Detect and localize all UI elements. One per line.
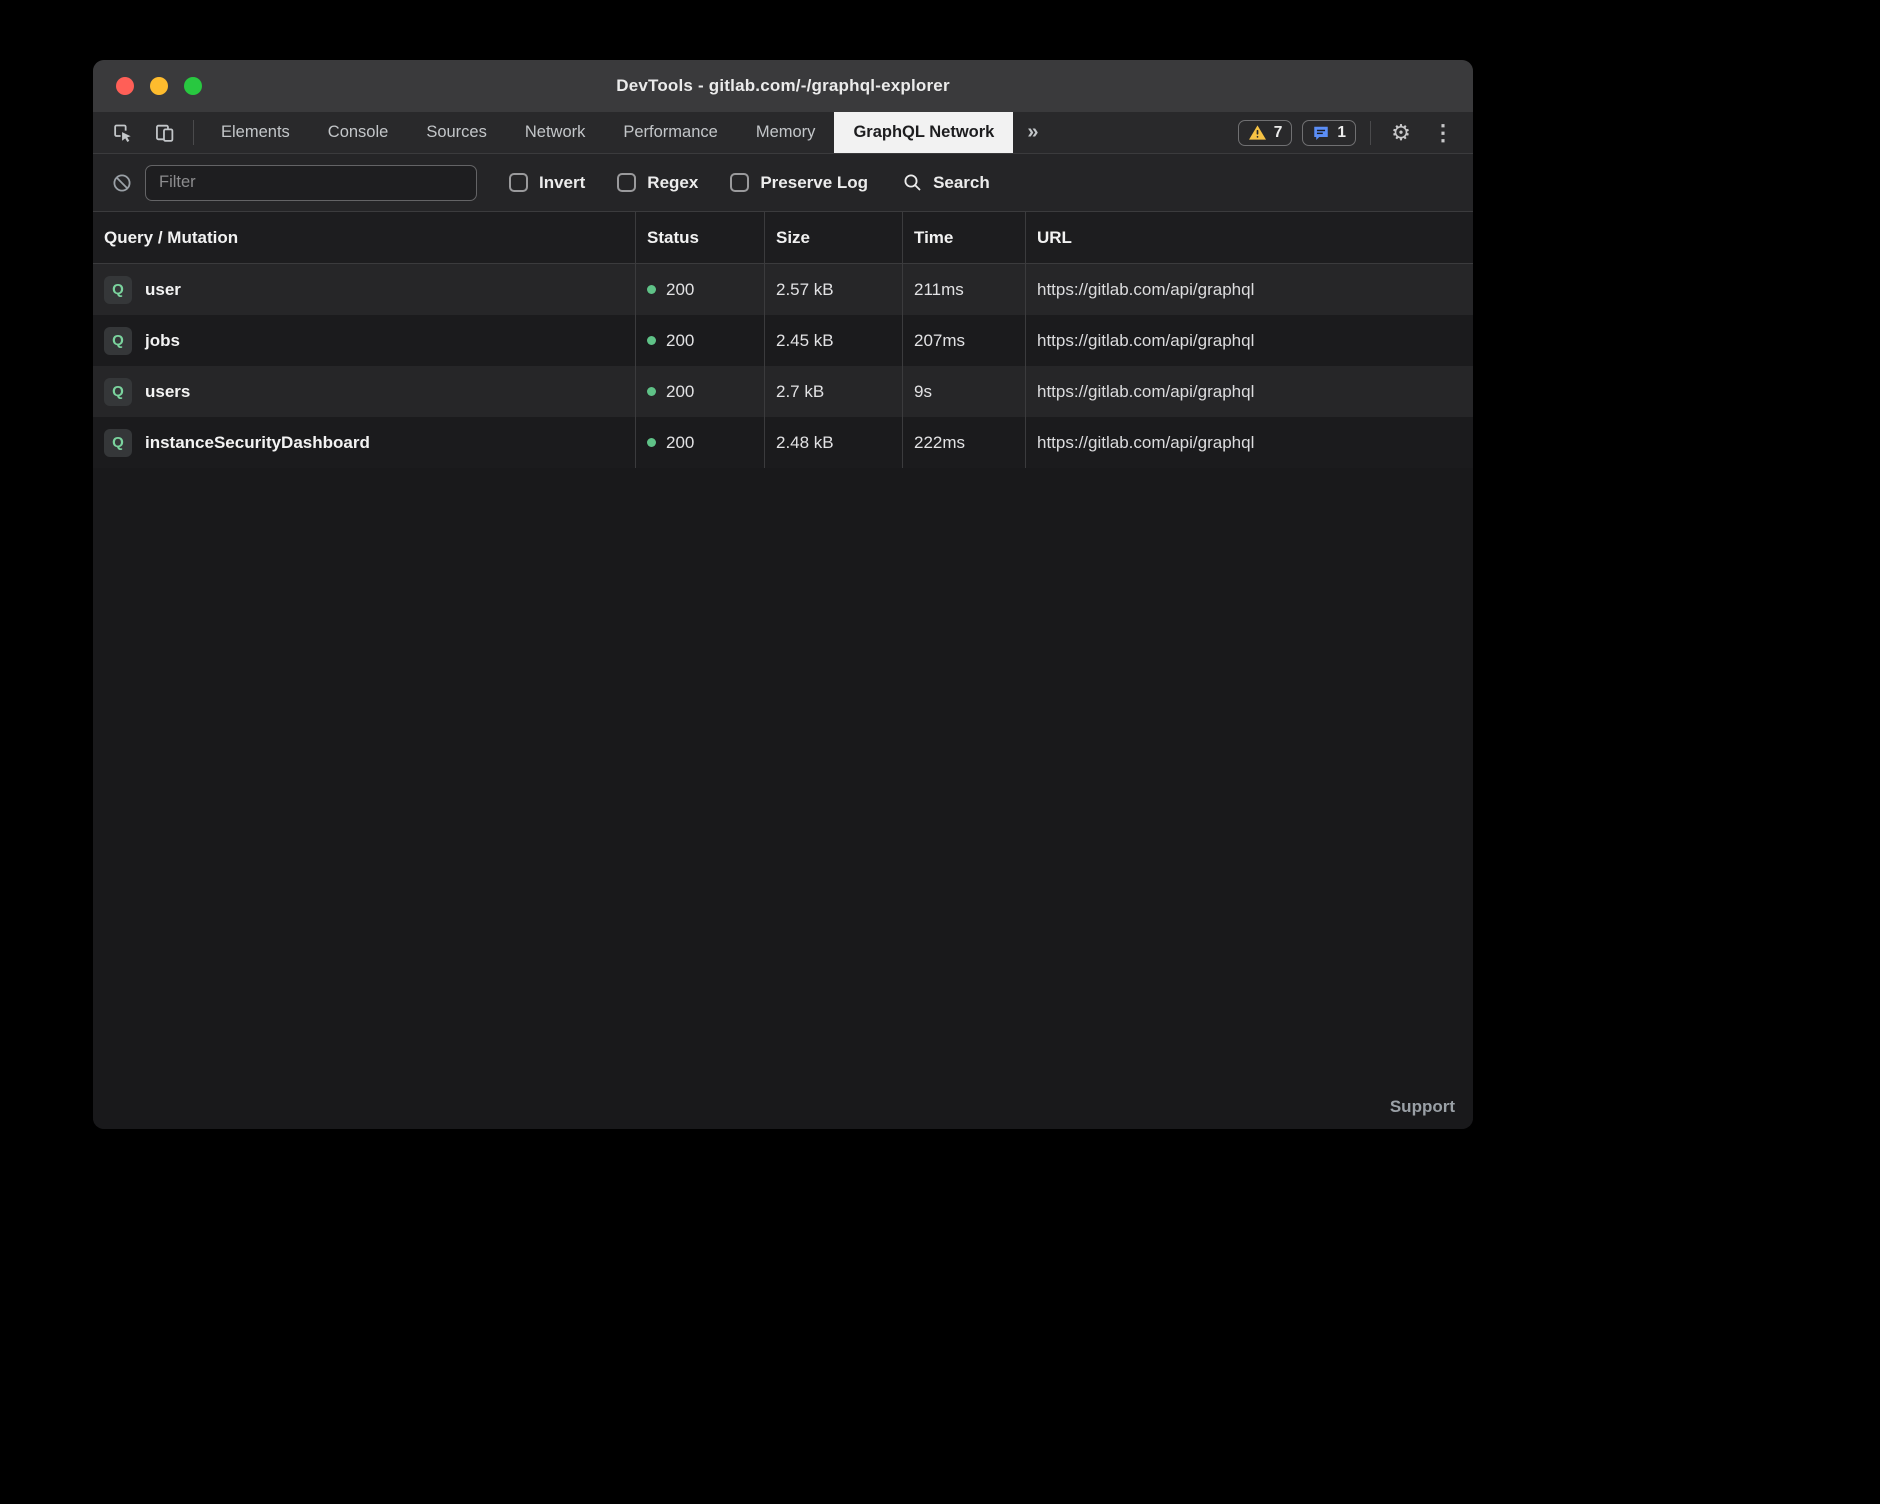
regex-checkbox[interactable]: [617, 173, 636, 192]
status-code: 200: [666, 331, 694, 351]
preserve-log-checkbox[interactable]: [730, 173, 749, 192]
query-type-badge: Q: [104, 378, 132, 406]
status-cell: 200: [636, 417, 765, 468]
close-window-button[interactable]: [116, 77, 134, 95]
tab-console[interactable]: Console: [309, 112, 408, 153]
query-type-badge: Q: [104, 429, 132, 457]
toggle-device-toolbar-button[interactable]: [143, 112, 185, 153]
query-name: users: [145, 382, 190, 402]
url-cell: https://gitlab.com/api/graphql: [1026, 315, 1473, 366]
more-tabs-button[interactable]: »: [1013, 112, 1052, 153]
regex-label[interactable]: Regex: [647, 173, 698, 193]
search-label: Search: [933, 173, 990, 193]
query-cell: Q instanceSecurityDashboard: [93, 417, 636, 468]
invert-checkbox-group: Invert: [509, 173, 585, 193]
time-cell: 222ms: [903, 417, 1026, 468]
status-cell: 200: [636, 366, 765, 417]
column-header-status[interactable]: Status: [636, 212, 765, 263]
status-cell: 200: [636, 315, 765, 366]
support-link[interactable]: Support: [1390, 1097, 1455, 1117]
kebab-menu-icon: ⋮: [1432, 120, 1454, 145]
tab-graphql-network[interactable]: GraphQL Network: [834, 112, 1013, 153]
tabbar-right-controls: 7 1 ⚙ ⋮: [1238, 112, 1473, 153]
search-button[interactable]: Search: [902, 172, 990, 193]
status-ok-dot-icon: [647, 336, 656, 345]
tab-sources[interactable]: Sources: [407, 112, 506, 153]
invert-checkbox[interactable]: [509, 173, 528, 192]
size-cell: 2.45 kB: [765, 315, 903, 366]
column-header-size[interactable]: Size: [765, 212, 903, 263]
block-circle-icon: [111, 172, 133, 194]
titlebar: DevTools - gitlab.com/-/graphql-explorer: [93, 60, 1473, 112]
settings-gear-button[interactable]: ⚙: [1385, 120, 1417, 146]
requests-table: Query / Mutation Status Size Time URL Q …: [93, 212, 1473, 1129]
table-header-row: Query / Mutation Status Size Time URL: [93, 212, 1473, 264]
tabbar-divider: [193, 120, 194, 145]
inspect-cursor-icon: [112, 122, 133, 143]
devtools-window: DevTools - gitlab.com/-/graphql-explorer…: [93, 60, 1473, 1129]
warnings-badge-button[interactable]: 7: [1238, 120, 1293, 146]
query-cell: Q jobs: [93, 315, 636, 366]
minimize-window-button[interactable]: [150, 77, 168, 95]
request-row-instance-security-dashboard[interactable]: Q instanceSecurityDashboard 200 2.48 kB …: [93, 417, 1473, 468]
chat-bubble-icon: [1312, 124, 1330, 142]
device-toolbar-icon: [154, 122, 175, 143]
request-row-user[interactable]: Q user 200 2.57 kB 211ms https://gitlab.…: [93, 264, 1473, 315]
window-title: DevTools - gitlab.com/-/graphql-explorer: [93, 76, 1473, 96]
time-cell: 211ms: [903, 264, 1026, 315]
messages-count: 1: [1337, 124, 1346, 142]
filter-input[interactable]: [145, 165, 477, 201]
size-cell: 2.57 kB: [765, 264, 903, 315]
devtools-tabbar: Elements Console Sources Network Perform…: [93, 112, 1473, 154]
status-ok-dot-icon: [647, 285, 656, 294]
tab-elements[interactable]: Elements: [202, 112, 309, 153]
query-cell: Q user: [93, 264, 636, 315]
url-cell: https://gitlab.com/api/graphql: [1026, 366, 1473, 417]
size-cell: 2.48 kB: [765, 417, 903, 468]
query-name: instanceSecurityDashboard: [145, 433, 370, 453]
tab-performance[interactable]: Performance: [604, 112, 736, 153]
preserve-log-label[interactable]: Preserve Log: [760, 173, 868, 193]
invert-label[interactable]: Invert: [539, 173, 585, 193]
network-toolbar: Invert Regex Preserve Log Search: [93, 154, 1473, 212]
preserve-log-checkbox-group: Preserve Log: [730, 173, 868, 193]
size-cell: 2.7 kB: [765, 366, 903, 417]
request-row-jobs[interactable]: Q jobs 200 2.45 kB 207ms https://gitlab.…: [93, 315, 1473, 366]
url-cell: https://gitlab.com/api/graphql: [1026, 417, 1473, 468]
query-cell: Q users: [93, 366, 636, 417]
url-cell: https://gitlab.com/api/graphql: [1026, 264, 1473, 315]
clear-requests-button[interactable]: [111, 172, 133, 194]
query-name: jobs: [145, 331, 180, 351]
status-ok-dot-icon: [647, 387, 656, 396]
status-code: 200: [666, 433, 694, 453]
inspect-element-button[interactable]: [101, 112, 143, 153]
time-cell: 9s: [903, 366, 1026, 417]
status-code: 200: [666, 280, 694, 300]
gear-icon: ⚙: [1391, 120, 1411, 145]
query-name: user: [145, 280, 181, 300]
search-icon: [902, 172, 923, 193]
status-cell: 200: [636, 264, 765, 315]
column-header-query-mutation[interactable]: Query / Mutation: [93, 212, 636, 263]
query-type-badge: Q: [104, 276, 132, 304]
messages-badge-button[interactable]: 1: [1302, 120, 1356, 146]
regex-checkbox-group: Regex: [617, 173, 698, 193]
request-row-users[interactable]: Q users 200 2.7 kB 9s https://gitlab.com…: [93, 366, 1473, 417]
tab-network[interactable]: Network: [506, 112, 605, 153]
warnings-count: 7: [1274, 124, 1283, 142]
status-ok-dot-icon: [647, 438, 656, 447]
traffic-lights: [116, 77, 202, 95]
zoom-window-button[interactable]: [184, 77, 202, 95]
time-cell: 207ms: [903, 315, 1026, 366]
tab-memory[interactable]: Memory: [737, 112, 835, 153]
warning-triangle-icon: [1248, 124, 1267, 141]
column-header-time[interactable]: Time: [903, 212, 1026, 263]
customize-devtools-menu-button[interactable]: ⋮: [1427, 120, 1459, 146]
controls-divider: [1370, 121, 1371, 145]
query-type-badge: Q: [104, 327, 132, 355]
column-header-url[interactable]: URL: [1026, 212, 1473, 263]
status-code: 200: [666, 382, 694, 402]
